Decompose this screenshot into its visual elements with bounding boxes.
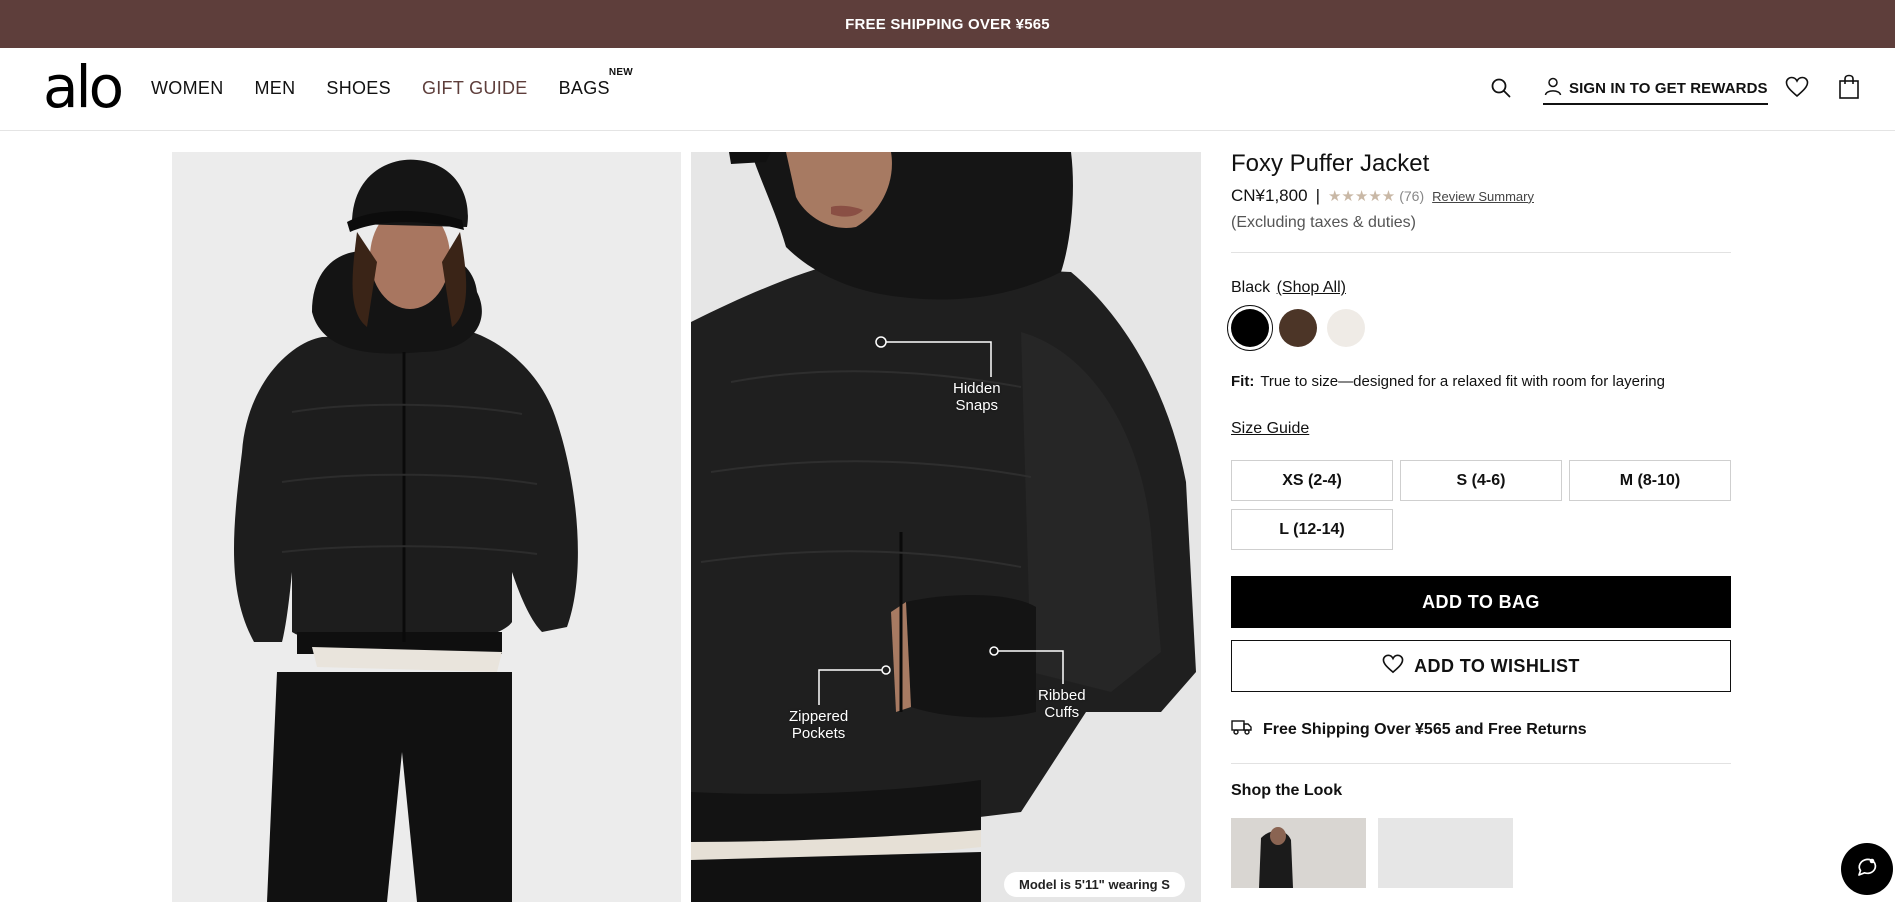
model-size-note: Model is 5'11" wearing S xyxy=(1004,872,1185,897)
add-to-wishlist-label: ADD TO WISHLIST xyxy=(1414,655,1580,676)
product-image-detail[interactable]: Hidden Snaps Zippered Pockets Ribbed Cuf… xyxy=(691,152,1201,902)
look-item-thumbnail[interactable] xyxy=(1231,818,1366,888)
shop-the-look-heading: Shop the Look xyxy=(1231,782,1343,799)
nav-bags-label: BAGS xyxy=(558,78,610,98)
nav-bags[interactable]: BAGS NEW xyxy=(558,67,633,99)
size-guide-link[interactable]: Size Guide xyxy=(1231,420,1309,438)
chat-button[interactable] xyxy=(1841,843,1893,895)
heart-icon[interactable] xyxy=(1785,76,1809,103)
product-title: Foxy Puffer Jacket xyxy=(1231,150,1430,177)
selected-color-name: Black xyxy=(1231,279,1271,296)
shop-all-link[interactable]: (Shop All) xyxy=(1277,279,1346,296)
bag-icon[interactable] xyxy=(1838,74,1860,105)
callout-cuffs-text: Ribbed Cuffs xyxy=(1038,687,1086,721)
review-summary-link[interactable]: Review Summary xyxy=(1432,189,1534,204)
new-badge: NEW xyxy=(608,67,633,78)
tax-note: (Excluding taxes & duties) xyxy=(1231,214,1416,231)
product-price: CN¥1,800 xyxy=(1231,186,1308,205)
callout-ribbed-cuffs: Ribbed Cuffs xyxy=(1038,687,1086,721)
main-nav: WOMEN MEN SHOES GIFT GUIDE BAGS NEW xyxy=(151,67,641,99)
nav-shoes[interactable]: SHOES xyxy=(326,78,391,99)
review-count[interactable]: (76) xyxy=(1399,188,1424,204)
site-header: alo WOMEN MEN SHOES GIFT GUIDE BAGS NEW S… xyxy=(0,48,1895,131)
swatch-ivory[interactable] xyxy=(1327,309,1365,347)
fit-text: True to size—designed for a relaxed fit … xyxy=(1260,373,1665,390)
size-m-button[interactable]: M (8-10) xyxy=(1569,460,1731,501)
shipping-text: Free Shipping Over ¥565 and Free Returns xyxy=(1263,720,1587,738)
color-swatches xyxy=(1227,305,1731,351)
divider xyxy=(1231,763,1731,764)
callout-zippered-pockets: Zippered Pockets xyxy=(789,708,848,742)
color-label: Black (Shop All) xyxy=(1231,279,1731,297)
user-icon xyxy=(1543,76,1563,100)
product-details: Foxy Puffer Jacket CN¥1,800 | ★★★★★ (76)… xyxy=(1227,150,1731,888)
add-to-bag-button[interactable]: ADD TO BAG xyxy=(1231,576,1731,628)
nav-men[interactable]: MEN xyxy=(255,78,296,99)
sign-in-link[interactable]: SIGN IN TO GET REWARDS xyxy=(1543,76,1768,105)
sign-in-label: SIGN IN TO GET REWARDS xyxy=(1569,79,1768,97)
promo-text: FREE SHIPPING OVER ¥565 xyxy=(845,15,1050,33)
rating-stars[interactable]: ★★★★★ xyxy=(1328,187,1395,205)
truck-icon xyxy=(1231,718,1253,741)
promo-banner: FREE SHIPPING OVER ¥565 xyxy=(0,0,1895,48)
fit-label: Fit: xyxy=(1231,373,1255,390)
size-s-button[interactable]: S (4-6) xyxy=(1400,460,1562,501)
swatch-espresso[interactable] xyxy=(1279,309,1317,347)
swatch-black[interactable] xyxy=(1227,305,1273,351)
chat-icon xyxy=(1855,855,1879,884)
price-row: CN¥1,800 | ★★★★★ (76) Review Summary xyxy=(1231,186,1731,206)
size-xs-button[interactable]: XS (2-4) xyxy=(1231,460,1393,501)
callout-hidden-snaps: Hidden Snaps xyxy=(953,380,1001,414)
add-to-wishlist-button[interactable]: ADD TO WISHLIST xyxy=(1231,640,1731,692)
callout-pockets-text: Zippered Pockets xyxy=(789,708,849,742)
product-image-front[interactable] xyxy=(172,152,681,902)
search-icon[interactable] xyxy=(1490,77,1514,101)
heart-icon xyxy=(1382,654,1404,679)
look-item-thumbnail[interactable] xyxy=(1378,818,1513,888)
nav-gift-guide[interactable]: GIFT GUIDE xyxy=(422,78,528,99)
size-l-button[interactable]: L (12-14) xyxy=(1231,509,1393,550)
price-separator: | xyxy=(1315,186,1320,205)
divider xyxy=(1231,252,1731,253)
shop-the-look-items xyxy=(1231,818,1731,888)
nav-women[interactable]: WOMEN xyxy=(151,78,224,99)
shipping-info: Free Shipping Over ¥565 and Free Returns xyxy=(1231,718,1731,741)
size-options: XS (2-4) S (4-6) M (8-10) L (12-14) xyxy=(1231,460,1731,550)
brand-logo[interactable]: alo xyxy=(43,58,124,116)
callout-snaps-text: Hidden Snaps xyxy=(953,380,1001,414)
fit-info: Fit: True to size—designed for a relaxed … xyxy=(1231,373,1731,390)
